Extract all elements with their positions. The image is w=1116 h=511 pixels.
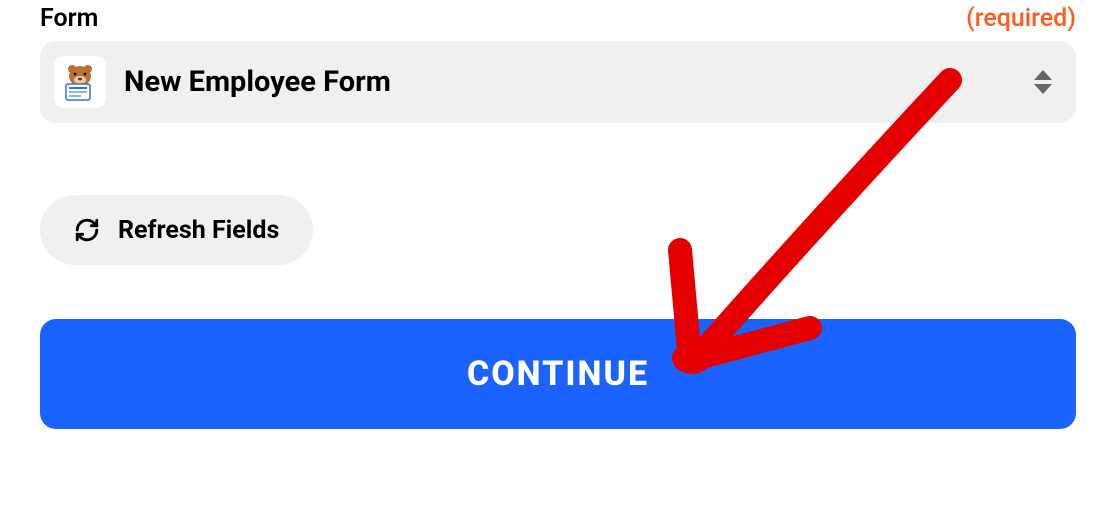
continue-button[interactable]: CONTINUE (40, 319, 1076, 429)
refresh-icon (74, 217, 100, 243)
continue-label: CONTINUE (467, 354, 649, 394)
form-select[interactable]: New Employee Form (40, 41, 1076, 123)
field-label-row: Form (required) (40, 0, 1076, 33)
form-field-label: Form (40, 4, 98, 33)
chevron-sort-icon (1034, 70, 1052, 94)
refresh-fields-button[interactable]: Refresh Fields (40, 195, 313, 265)
refresh-fields-label: Refresh Fields (118, 216, 279, 245)
form-select-value: New Employee Form (124, 65, 1016, 99)
wpforms-icon (54, 56, 106, 108)
required-indicator: (required) (966, 4, 1076, 33)
